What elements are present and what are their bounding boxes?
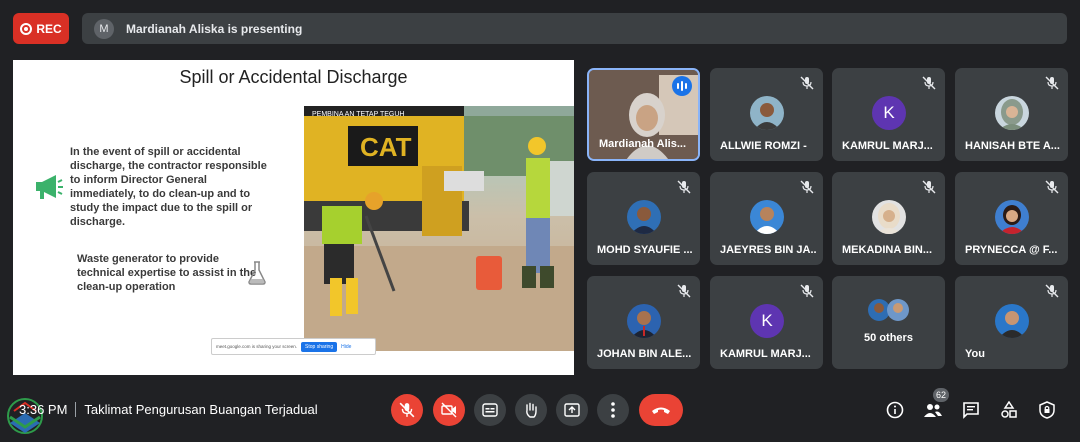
present-icon bbox=[564, 403, 580, 417]
participant-name: JAEYRES BIN JA... bbox=[720, 244, 817, 256]
avatar bbox=[750, 200, 784, 234]
rec-label: REC bbox=[36, 21, 62, 36]
avatar bbox=[995, 304, 1029, 338]
host-controls-button[interactable] bbox=[1037, 400, 1057, 420]
mic-off-icon bbox=[922, 76, 936, 90]
chat-button[interactable] bbox=[961, 400, 981, 420]
participant-name: JOHAN BIN ALE... bbox=[597, 348, 692, 360]
captions-button[interactable] bbox=[474, 394, 506, 426]
mic-off-icon bbox=[922, 180, 936, 194]
mic-off-icon bbox=[800, 284, 814, 298]
hand-icon bbox=[526, 402, 537, 418]
clock-time: 3:36 PM bbox=[19, 402, 68, 417]
participant-tile[interactable]: MOHD SYAUFIE ... bbox=[587, 172, 700, 265]
photo-brand-text: CAT bbox=[360, 132, 412, 162]
participant-name: PRYNECCA @ F... bbox=[965, 244, 1058, 256]
chat-icon bbox=[963, 402, 979, 419]
more-options-button[interactable] bbox=[597, 394, 629, 426]
record-icon bbox=[20, 22, 33, 35]
participant-tile[interactable]: MEKADINA BIN... bbox=[832, 172, 945, 265]
info-icon bbox=[886, 401, 904, 419]
others-count-label: 50 others bbox=[864, 332, 913, 344]
participant-tile[interactable]: JAEYRES BIN JA... bbox=[710, 172, 823, 265]
slide-paragraph-1: In the event of spill or accidental disc… bbox=[70, 146, 267, 228]
slide-paragraph-2: Waste generator to provide technical exp… bbox=[77, 253, 257, 293]
avatar bbox=[627, 304, 661, 338]
avatar: K bbox=[872, 96, 906, 130]
mic-off-icon bbox=[677, 180, 691, 194]
mic-off-icon bbox=[1045, 76, 1059, 90]
divider bbox=[75, 402, 77, 417]
meeting-details-button[interactable] bbox=[885, 400, 905, 420]
people-count-badge: 62 bbox=[933, 388, 949, 402]
people-icon bbox=[924, 404, 942, 417]
participant-tile[interactable]: ALLWIE ROMZI - bbox=[710, 68, 823, 161]
recording-badge[interactable]: REC bbox=[13, 13, 69, 44]
hide-button[interactable]: Hide bbox=[341, 344, 351, 350]
hang-up-icon bbox=[652, 407, 670, 414]
mic-off-icon bbox=[677, 284, 691, 298]
shared-screen: Spill or Accidental Discharge In the eve… bbox=[13, 60, 574, 375]
mic-off-icon bbox=[1045, 180, 1059, 194]
avatar bbox=[750, 96, 784, 130]
people-button[interactable] bbox=[923, 400, 943, 420]
slide-title: Spill or Accidental Discharge bbox=[179, 67, 408, 87]
stop-sharing-button[interactable]: Stop sharing bbox=[301, 341, 338, 352]
participant-name: HANISAH BTE A... bbox=[965, 140, 1060, 152]
avatar bbox=[995, 96, 1029, 130]
participant-tile[interactable]: PRYNECCA @ F... bbox=[955, 172, 1068, 265]
avatar: K bbox=[750, 304, 784, 338]
flask-icon bbox=[248, 261, 266, 285]
participant-name: KAMRUL MARJ... bbox=[842, 140, 933, 152]
speaking-indicator-icon bbox=[672, 76, 692, 96]
mic-off-icon bbox=[800, 180, 814, 194]
activities-button[interactable] bbox=[999, 400, 1019, 420]
excavator-scene: PEMBINA AN TETAP TEGUH CAT bbox=[304, 106, 574, 351]
participant-name: MOHD SYAUFIE ... bbox=[597, 244, 693, 256]
participant-tile[interactable]: Mardianah Alis... bbox=[587, 68, 700, 161]
avatar bbox=[627, 200, 661, 234]
share-notice-text: meet.google.com is sharing your screen. bbox=[216, 344, 298, 349]
mic-off-icon bbox=[399, 402, 415, 418]
meeting-info: 3:36 PM Taklimat Pengurusan Buangan Terj… bbox=[19, 402, 318, 417]
participant-tile[interactable]: JOHAN BIN ALE... bbox=[587, 276, 700, 369]
camera-off-icon bbox=[441, 402, 457, 418]
mic-off-icon bbox=[800, 76, 814, 90]
participant-name: You bbox=[965, 348, 985, 360]
activities-icon bbox=[1001, 401, 1017, 418]
raise-hand-button[interactable] bbox=[515, 394, 547, 426]
mic-off-icon bbox=[1045, 284, 1059, 298]
presenting-text: Mardianah Aliska is presenting bbox=[126, 21, 303, 36]
leave-call-button[interactable] bbox=[639, 394, 683, 426]
meeting-title: Taklimat Pengurusan Buangan Terjadual bbox=[84, 402, 318, 417]
worker-right bbox=[522, 137, 554, 288]
microphone-toggle-button[interactable] bbox=[391, 394, 423, 426]
screen-share-notice: meet.google.com is sharing your screen. … bbox=[211, 338, 376, 355]
megaphone-icon bbox=[36, 175, 63, 199]
presenting-banner: M Mardianah Aliska is presenting bbox=[82, 13, 1067, 44]
participant-tile-self[interactable]: You bbox=[955, 276, 1068, 369]
participant-tile[interactable]: HANISAH BTE A... bbox=[955, 68, 1068, 161]
participant-name: MEKADINA BIN... bbox=[842, 244, 933, 256]
shield-lock-icon bbox=[1039, 401, 1055, 419]
presenter-avatar: M bbox=[94, 18, 114, 39]
avatar bbox=[872, 200, 906, 234]
participant-tile[interactable]: K KAMRUL MARJ... bbox=[710, 276, 823, 369]
others-tile[interactable]: 50 others bbox=[832, 276, 945, 369]
avatar bbox=[995, 200, 1029, 234]
others-avatars bbox=[868, 299, 909, 321]
camera-toggle-button[interactable] bbox=[433, 394, 465, 426]
participant-tile[interactable]: K KAMRUL MARJ... bbox=[832, 68, 945, 161]
participant-name: ALLWIE ROMZI - bbox=[720, 140, 807, 152]
closed-captions-icon bbox=[482, 403, 498, 417]
photo-sign-text: PEMBINA AN TETAP TEGUH bbox=[312, 111, 404, 118]
more-vert-icon bbox=[611, 402, 615, 418]
participant-name: KAMRUL MARJ... bbox=[720, 348, 811, 360]
participant-name: Mardianah Alis... bbox=[599, 138, 687, 150]
present-screen-button[interactable] bbox=[556, 394, 588, 426]
slide-photo: PEMBINA AN TETAP TEGUH CAT bbox=[304, 106, 574, 351]
